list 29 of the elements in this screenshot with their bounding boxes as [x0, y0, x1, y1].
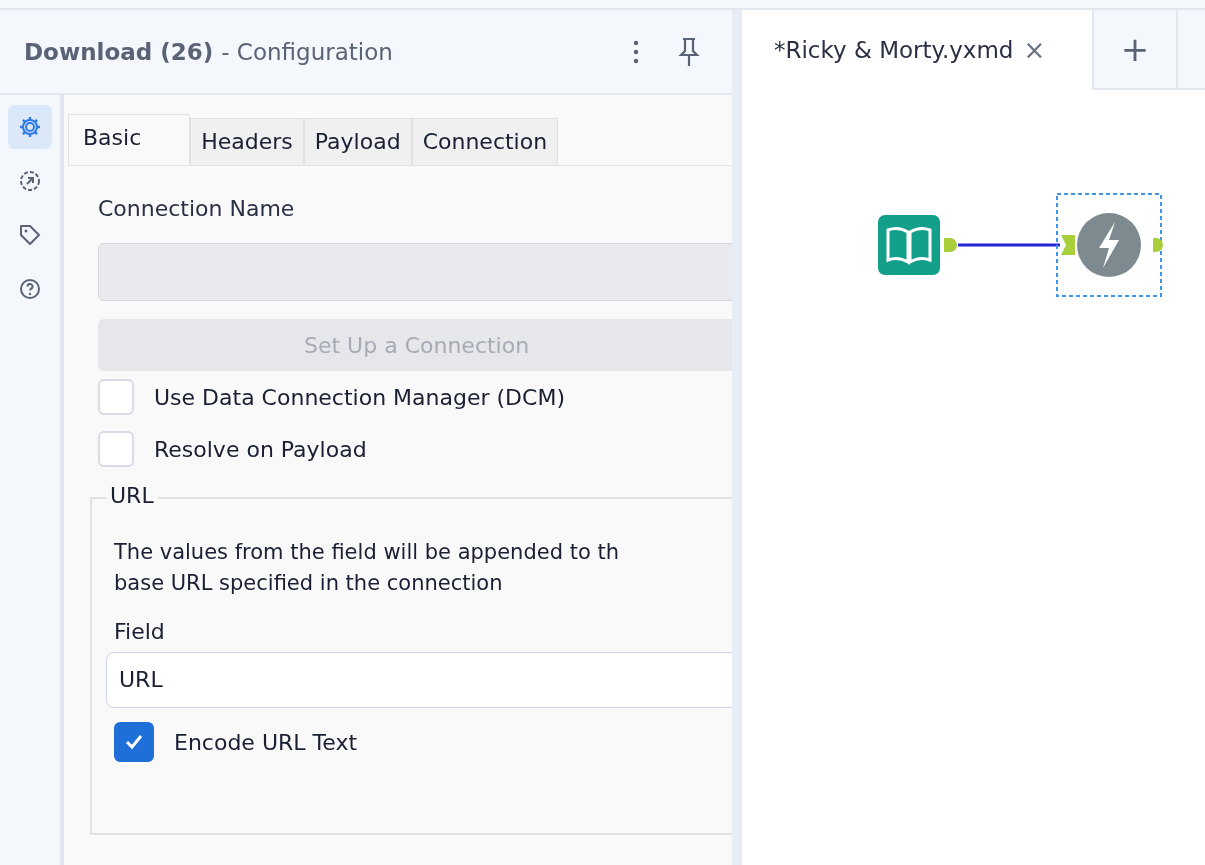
tab[interactable]: Payload [303, 118, 412, 165]
close-tab-button[interactable]: × [1023, 35, 1046, 65]
tab[interactable]: Connection [411, 118, 559, 165]
output-anchor-icon[interactable] [1153, 238, 1163, 252]
help-icon[interactable] [18, 277, 42, 301]
input-anchor-icon[interactable] [1061, 235, 1075, 255]
pin-icon[interactable] [678, 36, 700, 67]
more-options-icon[interactable] [632, 38, 640, 65]
lightning-tool-icon[interactable] [1056, 193, 1162, 297]
settings-tab[interactable] [8, 105, 52, 149]
tag-icon[interactable] [18, 223, 42, 247]
tab[interactable]: Headers [190, 118, 304, 165]
field-label: Connection Name [98, 196, 296, 221]
panel-title: Download (26) [24, 38, 214, 65]
output-anchor-icon[interactable] [944, 238, 957, 252]
settings-icon [18, 115, 42, 139]
checkbox-label: Resolve on Payload [154, 436, 367, 462]
document-tab-label: *Ricky & Morty.yxmd [774, 37, 1014, 63]
tab[interactable]: Basic [68, 114, 191, 165]
checkbox[interactable] [114, 722, 154, 762]
checkbox-label: Encode URL Text [174, 729, 358, 755]
panel-subtitle: - Configuration [221, 38, 393, 65]
field-label: Field [114, 619, 166, 644]
checkbox-label: Use Data Connection Manager (DCM) [154, 384, 565, 410]
description-text: base URL specified in the connection [114, 570, 504, 597]
field-dropdown[interactable]: URL [106, 652, 732, 708]
description-text: The values from the field will be appended to th [114, 539, 620, 566]
new-tab-button[interactable]: + [1092, 10, 1176, 90]
book-tool-icon[interactable] [878, 215, 940, 275]
